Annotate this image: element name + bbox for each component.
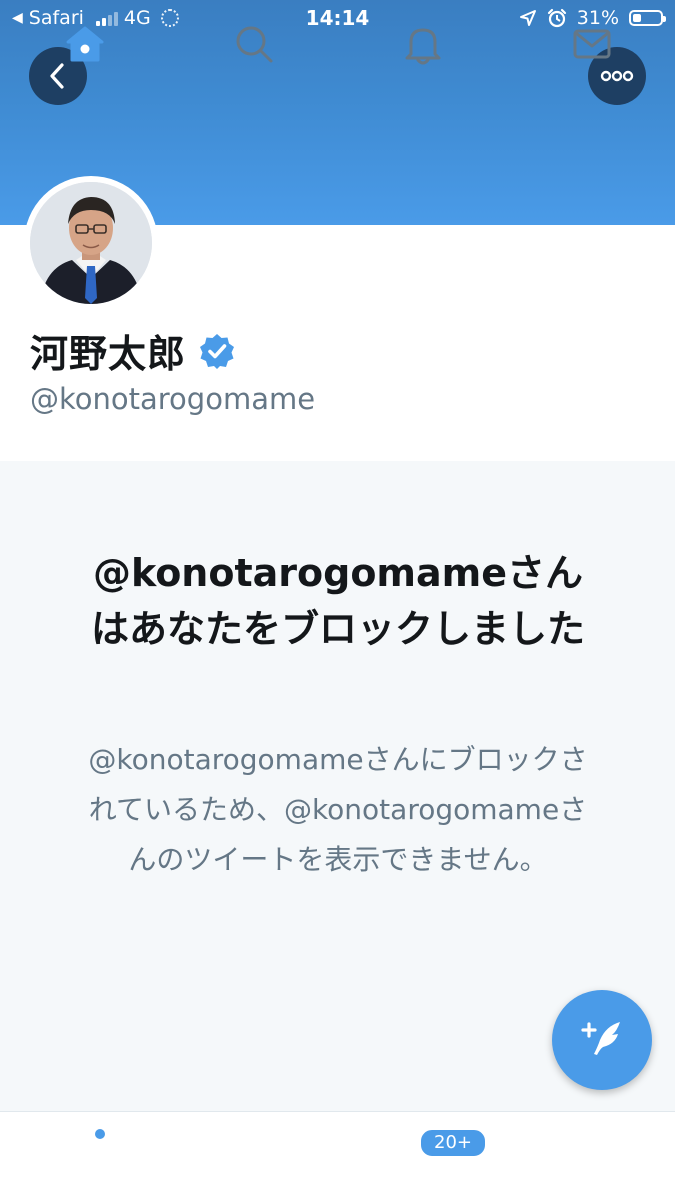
- compose-tweet-icon: [581, 1022, 620, 1055]
- bottom-tab-bar: [0, 1111, 675, 1200]
- home-new-content-dot: [95, 1129, 105, 1139]
- profile-name: 河野太郎: [30, 332, 187, 376]
- compose-tweet-button[interactable]: [552, 990, 652, 1090]
- verified-badge-icon: [200, 333, 235, 369]
- bell-icon: [405, 28, 441, 65]
- battery-level-fill: [633, 14, 641, 22]
- home-icon: [66, 26, 104, 62]
- mail-icon: [573, 29, 611, 59]
- tab-home[interactable]: [59, 18, 111, 70]
- alarm-clock-icon: [547, 8, 566, 28]
- tab-search[interactable]: [228, 18, 280, 70]
- avatar-photo: [30, 182, 152, 304]
- blocked-description: @konotarogomameさんにブロックされているため、@konotarog…: [88, 743, 588, 876]
- profile-name-row: 河野太郎: [30, 323, 236, 378]
- location-arrow-icon: [519, 10, 536, 26]
- person-photo-icon: [30, 182, 152, 304]
- profile-handle: @konotarogomame: [30, 382, 316, 416]
- tab-messages[interactable]: [566, 18, 618, 70]
- profile-screen: ◀ Safari 4G 14:14 31% 河野太郎 @konotarogoma…: [0, 0, 675, 1200]
- notifications-badge: 20+: [419, 1128, 487, 1158]
- search-icon: [236, 26, 273, 63]
- battery-icon: [629, 10, 666, 26]
- avatar[interactable]: [24, 176, 158, 310]
- more-horizontal-icon: [600, 70, 634, 82]
- blocked-title: @konotarogomameさんはあなたをブロックしました: [90, 551, 585, 651]
- tab-notifications[interactable]: [397, 18, 449, 70]
